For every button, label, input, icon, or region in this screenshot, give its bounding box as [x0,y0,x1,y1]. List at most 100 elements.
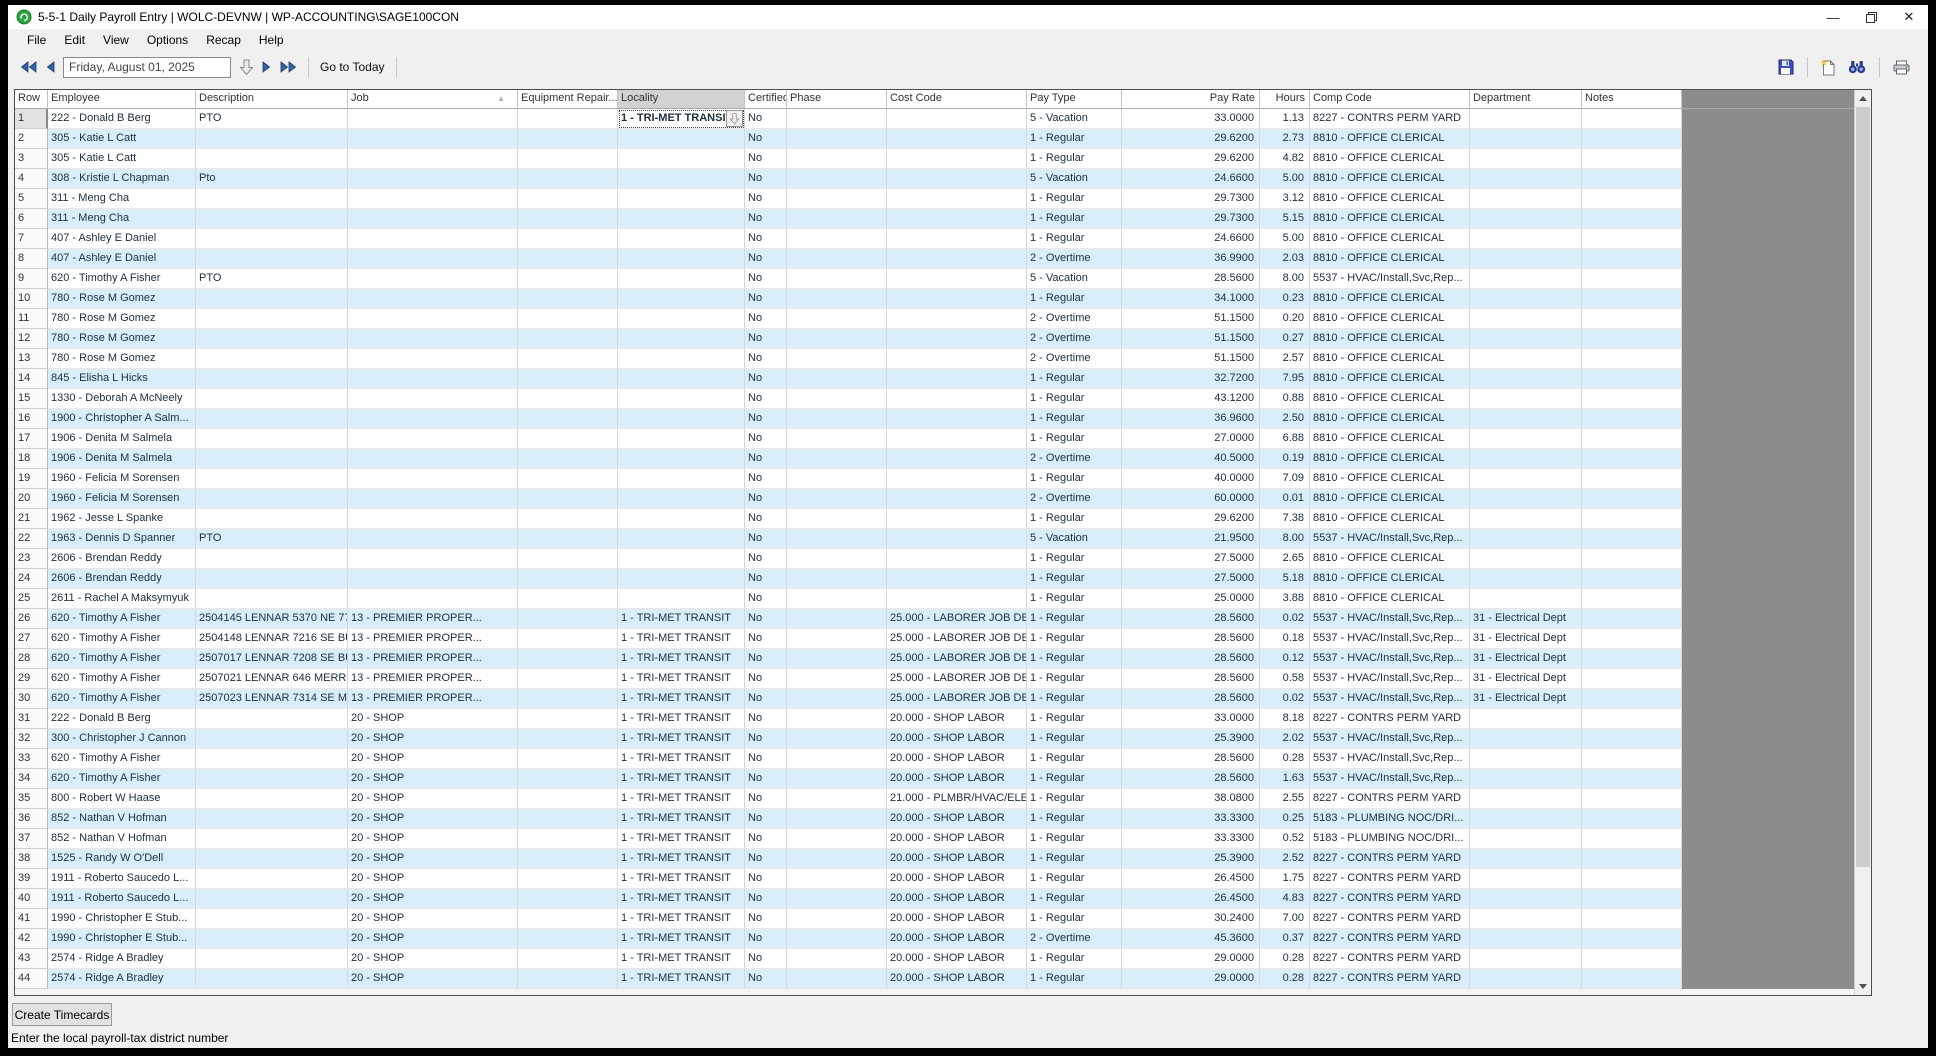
cell-job[interactable]: 20 - SHOP [348,889,518,909]
cell-employee[interactable]: 2574 - Ridge A Bradley [48,949,196,969]
cell-job[interactable]: 20 - SHOP [348,829,518,849]
cell-phase[interactable] [787,329,887,349]
cell-pay_rate[interactable]: 21.9500 [1122,529,1260,549]
cell-phase[interactable] [787,489,887,509]
cell-hours[interactable]: 2.02 [1260,729,1310,749]
cell-description[interactable]: 2507021 LENNAR 646 MERRI... [196,669,348,689]
cell-employee[interactable]: 780 - Rose M Gomez [48,289,196,309]
cell-pay_rate[interactable]: 33.3300 [1122,829,1260,849]
cell-pay_rate[interactable]: 45.3600 [1122,929,1260,949]
cell-pay_rate[interactable]: 28.5600 [1122,649,1260,669]
cell-equipment_repair[interactable] [518,789,618,809]
cell-phase[interactable] [787,689,887,709]
cell-certified[interactable]: No [745,449,787,469]
cell-department[interactable] [1470,729,1582,749]
cell-phase[interactable] [787,509,887,529]
cell-notes[interactable] [1582,209,1682,229]
cell-certified[interactable]: No [745,169,787,189]
cell-locality[interactable] [618,289,745,309]
cell-equipment_repair[interactable] [518,549,618,569]
cell-department[interactable] [1470,189,1582,209]
cell-certified[interactable]: No [745,829,787,849]
save-button[interactable] [1772,56,1800,78]
cell-employee[interactable]: 1990 - Christopher E Stub... [48,909,196,929]
cell-cost_code[interactable]: 20.000 - SHOP LABOR [887,909,1027,929]
cell-comp_code[interactable]: 8227 - CONTRS PERM YARD [1310,849,1470,869]
cell-description[interactable] [196,729,348,749]
cell-employee[interactable]: 1960 - Felicia M Sorensen [48,469,196,489]
menu-options[interactable]: Options [138,31,197,49]
close-button[interactable]: ✕ [1890,5,1928,29]
cell-certified[interactable]: No [745,629,787,649]
cell-comp_code[interactable]: 8810 - OFFICE CLERICAL [1310,589,1470,609]
cell-phase[interactable] [787,409,887,429]
cell-description[interactable] [196,149,348,169]
cell-description[interactable] [196,469,348,489]
cell-certified[interactable]: No [745,149,787,169]
cell-pay_type[interactable]: 1 - Regular [1027,969,1122,989]
cell-description[interactable] [196,409,348,429]
cell-notes[interactable] [1582,909,1682,929]
cell-locality[interactable]: 1 - TRI-MET TRANSIT [618,649,745,669]
cell-description[interactable]: PTO [196,269,348,289]
cell-job[interactable] [348,329,518,349]
cell-pay_type[interactable]: 2 - Overtime [1027,329,1122,349]
cell-notes[interactable] [1582,489,1682,509]
cell-cost_code[interactable] [887,209,1027,229]
cell-equipment_repair[interactable] [518,929,618,949]
cell-department[interactable] [1470,949,1582,969]
cell-locality[interactable] [618,509,745,529]
cell-job[interactable]: 13 - PREMIER PROPER... [348,629,518,649]
cell-comp_code[interactable]: 8810 - OFFICE CLERICAL [1310,329,1470,349]
cell-notes[interactable] [1582,229,1682,249]
cell-equipment_repair[interactable] [518,109,618,129]
cell-phase[interactable] [787,669,887,689]
cell-hours[interactable]: 7.38 [1260,509,1310,529]
cell-job[interactable] [348,529,518,549]
cell-hours[interactable]: 6.88 [1260,429,1310,449]
cell-equipment_repair[interactable] [518,909,618,929]
cell-locality[interactable]: 1 - TRI-MET TRANSIT [618,909,745,929]
cell-equipment_repair[interactable] [518,249,618,269]
cell-locality[interactable]: 1 - TRI-MET TRANSIT [618,949,745,969]
cell-locality[interactable] [618,489,745,509]
cell-notes[interactable] [1582,149,1682,169]
cell-employee[interactable]: 305 - Katie L Catt [48,149,196,169]
cell-locality[interactable]: 1 - TRI-MET TRANSIT [618,929,745,949]
cell-notes[interactable] [1582,329,1682,349]
cell-hours[interactable]: 2.57 [1260,349,1310,369]
cell-department[interactable] [1470,249,1582,269]
cell-pay_type[interactable]: 1 - Regular [1027,809,1122,829]
cell-department[interactable] [1470,109,1582,129]
cell-comp_code[interactable]: 5537 - HVAC/Install,Svc,Rep... [1310,729,1470,749]
cell-description[interactable] [196,589,348,609]
cell-locality[interactable]: 1 - TRI-MET TRANSIT [618,689,745,709]
cell-equipment_repair[interactable] [518,149,618,169]
cell-cost_code[interactable]: 25.000 - LABORER JOB DE... [887,649,1027,669]
cell-job[interactable] [348,249,518,269]
cell-employee[interactable]: 222 - Donald B Berg [48,109,196,129]
cell-employee[interactable]: 2574 - Ridge A Bradley [48,969,196,989]
cell-cost_code[interactable]: 20.000 - SHOP LABOR [887,929,1027,949]
cell-equipment_repair[interactable] [518,829,618,849]
cell-certified[interactable]: No [745,509,787,529]
cell-department[interactable] [1470,929,1582,949]
cell-notes[interactable] [1582,549,1682,569]
cell-comp_code[interactable]: 8810 - OFFICE CLERICAL [1310,229,1470,249]
cell-locality[interactable] [618,589,745,609]
cell-phase[interactable] [787,869,887,889]
column-header-cost_code[interactable]: Cost Code [887,90,1027,109]
cell-job[interactable]: 20 - SHOP [348,709,518,729]
cell-pay_type[interactable]: 5 - Vacation [1027,169,1122,189]
cell-job[interactable] [348,469,518,489]
cell-notes[interactable] [1582,429,1682,449]
cell-hours[interactable]: 5.00 [1260,229,1310,249]
cell-cost_code[interactable] [887,549,1027,569]
cell-pay_rate[interactable]: 51.1500 [1122,309,1260,329]
column-header-row[interactable]: Row [15,90,48,109]
cell-cost_code[interactable] [887,289,1027,309]
cell-pay_rate[interactable]: 38.0800 [1122,789,1260,809]
cell-pay_type[interactable]: 1 - Regular [1027,849,1122,869]
cell-certified[interactable]: No [745,569,787,589]
menu-recap[interactable]: Recap [197,31,250,49]
